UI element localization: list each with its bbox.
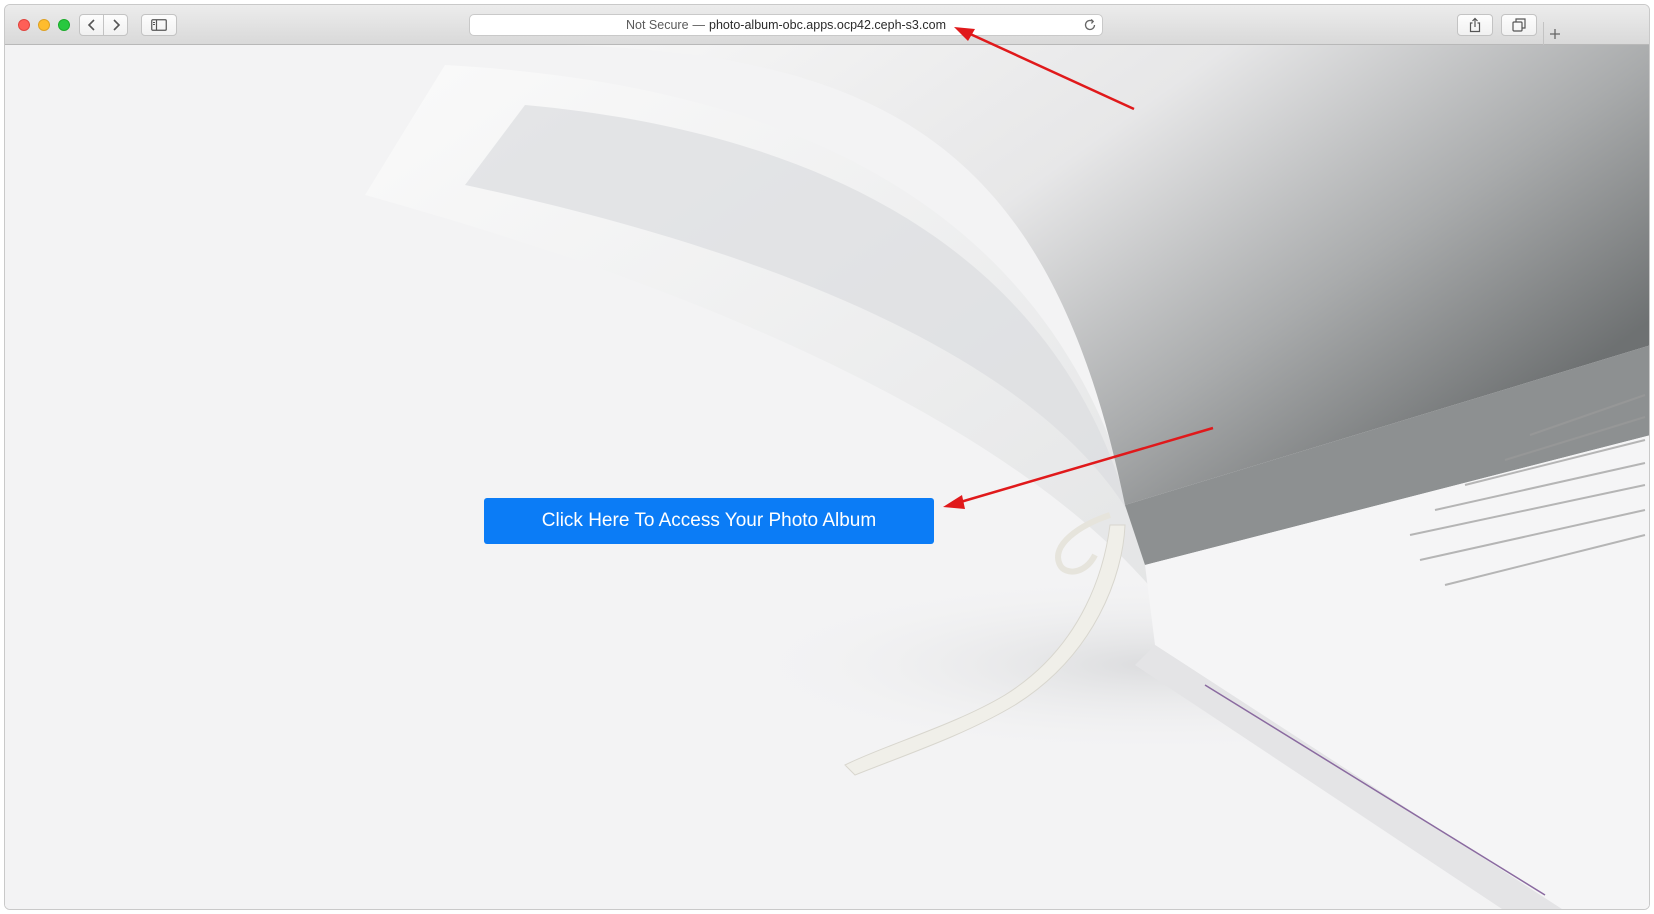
share-button[interactable] [1457, 14, 1493, 36]
reload-button[interactable] [1082, 17, 1098, 33]
close-window-button[interactable] [18, 19, 30, 31]
reload-icon [1084, 19, 1096, 31]
forward-button[interactable] [103, 14, 128, 36]
url-host: photo-album-obc.apps.ocp42.ceph-s3.com [709, 18, 946, 32]
back-button[interactable] [79, 14, 104, 36]
sidebar-toggle-button[interactable] [141, 14, 177, 36]
browser-window: Not Secure — photo-album-obc.apps.ocp42.… [4, 4, 1650, 910]
page-content: Click Here To Access Your Photo Album [5, 45, 1649, 909]
security-indicator: Not Secure [626, 18, 689, 32]
open-book-background-image [5, 45, 1649, 909]
chevron-right-icon [112, 19, 120, 31]
url-separator: — [692, 18, 706, 32]
share-icon [1469, 17, 1481, 33]
address-bar[interactable]: Not Secure — photo-album-obc.apps.ocp42.… [469, 14, 1103, 36]
browser-toolbar: Not Secure — photo-album-obc.apps.ocp42.… [5, 5, 1649, 46]
access-photo-album-button[interactable]: Click Here To Access Your Photo Album [484, 498, 934, 544]
plus-icon [1550, 29, 1560, 39]
chevron-left-icon [87, 19, 95, 31]
maximize-window-button[interactable] [58, 19, 70, 31]
new-tab-button[interactable] [1543, 22, 1566, 46]
sidebar-icon [151, 19, 167, 31]
tab-overview-button[interactable] [1501, 14, 1537, 36]
minimize-window-button[interactable] [38, 19, 50, 31]
tab-overview-icon [1512, 18, 1526, 32]
